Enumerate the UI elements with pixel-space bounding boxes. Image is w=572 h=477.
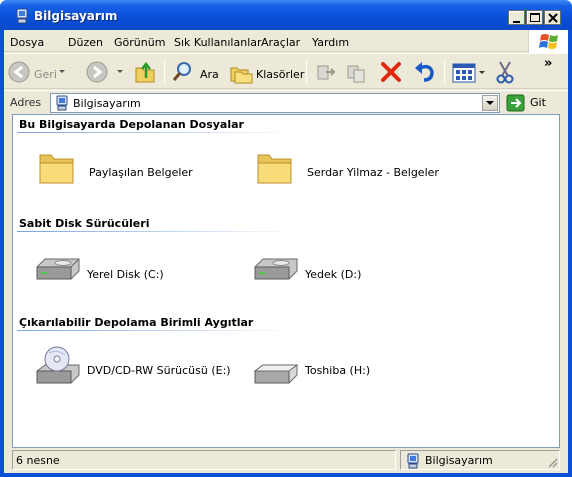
maximize-icon: [530, 13, 540, 22]
address-dropdown-button[interactable]: [482, 95, 498, 111]
forward-arrow-icon: [86, 61, 108, 83]
views-grid-icon: [452, 63, 485, 83]
folder-icon: [39, 154, 74, 184]
address-label: Adres: [10, 96, 42, 109]
file-view: Bu Bilgisayarda Depolanan Dosyalar Payla…: [12, 114, 560, 448]
forward-button[interactable]: [84, 58, 124, 86]
status-count: 6 nesne: [16, 454, 60, 467]
group-title-hard-drives: Sabit Disk Sürücüleri: [19, 217, 150, 230]
back-button[interactable]: Geri: [6, 58, 66, 86]
explorer-window: Bilgisayarım Dosya Düzen Görünüm Sık Kul…: [0, 0, 572, 477]
up-folder-button[interactable]: [132, 58, 160, 86]
views-button[interactable]: [450, 58, 488, 86]
toolbar-separator: [444, 60, 445, 84]
move-to-button[interactable]: [312, 58, 340, 86]
go-arrow-icon: [506, 94, 525, 112]
status-location: Bilgisayarım: [425, 454, 493, 467]
undo-arrow-icon: [415, 62, 434, 82]
menu-edit[interactable]: Düzen: [68, 36, 103, 49]
status-count-pane: 6 nesne: [12, 450, 396, 470]
removable-drive-icon: [253, 364, 299, 384]
toolbar-separator: [164, 60, 165, 84]
menu-file[interactable]: Dosya: [10, 36, 44, 49]
toolbar-overflow-chevron[interactable]: »: [544, 56, 552, 71]
search-icon: [172, 62, 191, 81]
close-icon: [548, 13, 558, 23]
item-label: Yedek (D:): [305, 268, 362, 281]
delete-x-icon: [381, 62, 401, 82]
computer-icon: [407, 453, 419, 469]
status-bar: 6 nesne Bilgisayarım: [12, 450, 560, 470]
move-to-icon: [317, 65, 336, 80]
menu-bar: Dosya Düzen Görünüm Sık Kullanılanlar Ar…: [4, 30, 568, 53]
group-divider: [17, 231, 297, 232]
resize-grip-icon[interactable]: [546, 456, 558, 468]
window-title: Bilgisayarım: [34, 9, 118, 23]
item-toshiba-h[interactable]: Toshiba (H:): [253, 345, 463, 395]
item-label: DVD/CD-RW Sürücüsü (E:): [87, 364, 231, 377]
chevron-down-icon: [59, 70, 65, 73]
menu-view[interactable]: Görünüm: [114, 36, 165, 49]
group-divider: [17, 132, 297, 133]
undo-button[interactable]: [412, 58, 440, 86]
cd-drive-icon: [36, 346, 80, 384]
address-value: Bilgisayarım: [73, 97, 141, 110]
search-label: Ara: [200, 68, 219, 81]
group-title-stored-files: Bu Bilgisayarda Depolanan Dosyalar: [19, 118, 244, 131]
close-button[interactable]: [544, 10, 561, 25]
folder-icon: [257, 154, 292, 184]
search-button[interactable]: Ara: [170, 58, 224, 86]
delete-button[interactable]: [378, 58, 406, 86]
menu-tools[interactable]: Araçlar: [261, 36, 300, 49]
back-arrow-icon: [8, 61, 30, 83]
maximize-button[interactable]: [526, 10, 543, 25]
status-location-pane: Bilgisayarım: [400, 450, 560, 470]
item-shared-documents[interactable]: Paylaşılan Belgeler: [37, 147, 247, 197]
toolbar-separator: [306, 60, 307, 84]
cut-button[interactable]: [492, 58, 520, 86]
folders-label: Klasörler: [256, 68, 305, 81]
title-bar[interactable]: Bilgisayarım: [0, 0, 572, 30]
windows-logo: [528, 30, 568, 53]
computer-icon: [16, 8, 28, 24]
scissors-icon: [496, 61, 514, 84]
client-area: Dosya Düzen Görünüm Sık Kullanılanlar Ar…: [4, 30, 568, 473]
item-label: Yerel Disk (C:): [87, 268, 164, 281]
copy-to-icon: [347, 65, 365, 83]
item-user-documents[interactable]: Serdar Yilmaz - Belgeler: [255, 147, 465, 197]
go-label: Git: [530, 96, 546, 109]
windows-flag-icon: [539, 34, 558, 49]
menu-help[interactable]: Yardım: [312, 36, 349, 49]
item-local-disk-c[interactable]: Yerel Disk (C:): [35, 249, 245, 299]
menu-favorites[interactable]: Sık Kullanılanlar: [174, 36, 262, 49]
folder-up-icon: [135, 61, 155, 83]
go-button[interactable]: Git: [506, 94, 566, 112]
address-bar: Adres Bilgisayarım Git: [4, 90, 568, 114]
toolbar: Geri Ara Klasörler »: [4, 53, 568, 89]
item-dvd-drive-e[interactable]: DVD/CD-RW Sürücüsü (E:): [35, 345, 245, 395]
item-label: Serdar Yilmaz - Belgeler: [307, 166, 439, 179]
item-label: Paylaşılan Belgeler: [89, 166, 193, 179]
chevron-down-icon: [117, 70, 123, 73]
group-title-removable: Çıkarılabilir Depolama Birimli Aygıtlar: [19, 316, 254, 329]
copy-to-button[interactable]: [344, 58, 372, 86]
item-label: Toshiba (H:): [305, 364, 371, 377]
computer-icon: [56, 95, 68, 111]
item-backup-disk-d[interactable]: Yedek (D:): [253, 249, 463, 299]
folders-icon: [230, 67, 253, 84]
hard-drive-icon: [254, 258, 298, 280]
back-label: Geri: [34, 68, 57, 81]
hard-drive-icon: [36, 258, 80, 280]
folders-button[interactable]: Klasörler: [228, 58, 305, 86]
address-input[interactable]: Bilgisayarım: [50, 93, 500, 113]
minimize-button[interactable]: [508, 10, 525, 25]
minimize-icon: [513, 21, 520, 23]
group-divider: [17, 330, 297, 331]
chevron-down-icon: [486, 101, 494, 105]
